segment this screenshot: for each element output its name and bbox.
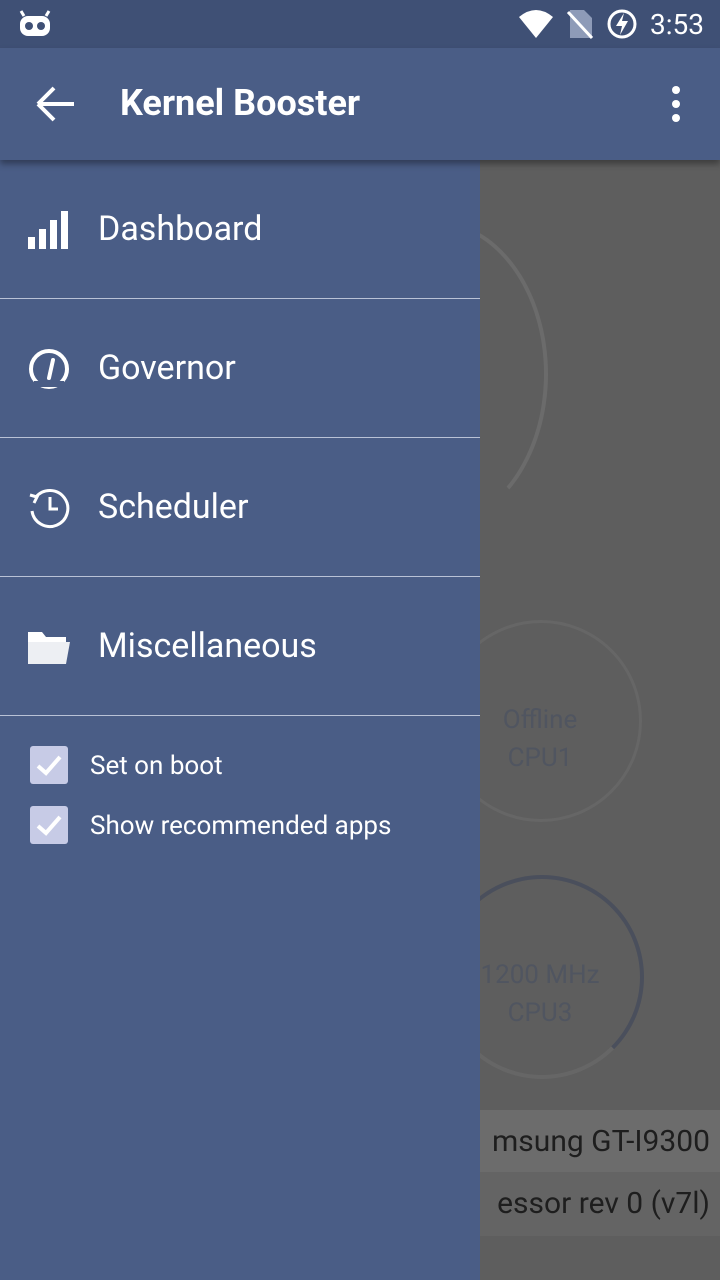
folder-icon <box>28 632 70 664</box>
no-sim-icon <box>566 10 594 40</box>
nav-item-dashboard[interactable]: Dashboard <box>0 160 480 299</box>
set-on-boot-label: Set on boot <box>90 751 223 781</box>
wifi-icon <box>519 10 553 38</box>
show-recommended-apps-label: Show recommended apps <box>90 811 392 841</box>
set-on-boot-checkbox[interactable] <box>30 746 68 784</box>
device-name: msung GT-I9300 <box>491 1124 710 1159</box>
signal-bars-icon <box>28 211 68 249</box>
cyanogen-robot-icon <box>19 10 51 36</box>
nav-label-miscellaneous: Miscellaneous <box>98 626 317 666</box>
nav-label-governor: Governor <box>98 348 236 388</box>
processor-name: essor rev 0 (v7l) <box>497 1186 710 1221</box>
nav-item-miscellaneous[interactable]: Miscellaneous <box>0 577 480 716</box>
clock-history-icon <box>29 489 70 528</box>
checkmark-icon <box>36 815 62 836</box>
checkmark-icon <box>36 755 62 776</box>
status-bar: 3:53 <box>0 0 720 48</box>
option-show-recommended-apps[interactable]: Show recommended apps <box>0 796 480 856</box>
battery-charging-icon <box>607 9 637 39</box>
more-options-icon[interactable] <box>662 84 690 124</box>
nav-label-scheduler: Scheduler <box>98 487 249 527</box>
processor-info-band: essor rev 0 (v7l) <box>480 1172 720 1236</box>
app-bar: Kernel Booster <box>0 48 720 160</box>
status-time: 3:53 <box>650 7 704 41</box>
back-arrow-icon[interactable] <box>34 84 78 124</box>
nav-label-dashboard: Dashboard <box>98 209 263 249</box>
navigation-drawer: Dashboard Governor Scheduler Miscellaneo… <box>0 160 480 1280</box>
option-set-on-boot[interactable]: Set on boot <box>0 736 480 796</box>
nav-item-governor[interactable]: Governor <box>0 299 480 438</box>
show-recommended-apps-checkbox[interactable] <box>30 806 68 844</box>
nav-item-scheduler[interactable]: Scheduler <box>0 438 480 577</box>
app-title: Kernel Booster <box>120 82 361 124</box>
device-info-band: msung GT-I9300 <box>480 1110 720 1172</box>
gauge-icon <box>29 349 69 389</box>
